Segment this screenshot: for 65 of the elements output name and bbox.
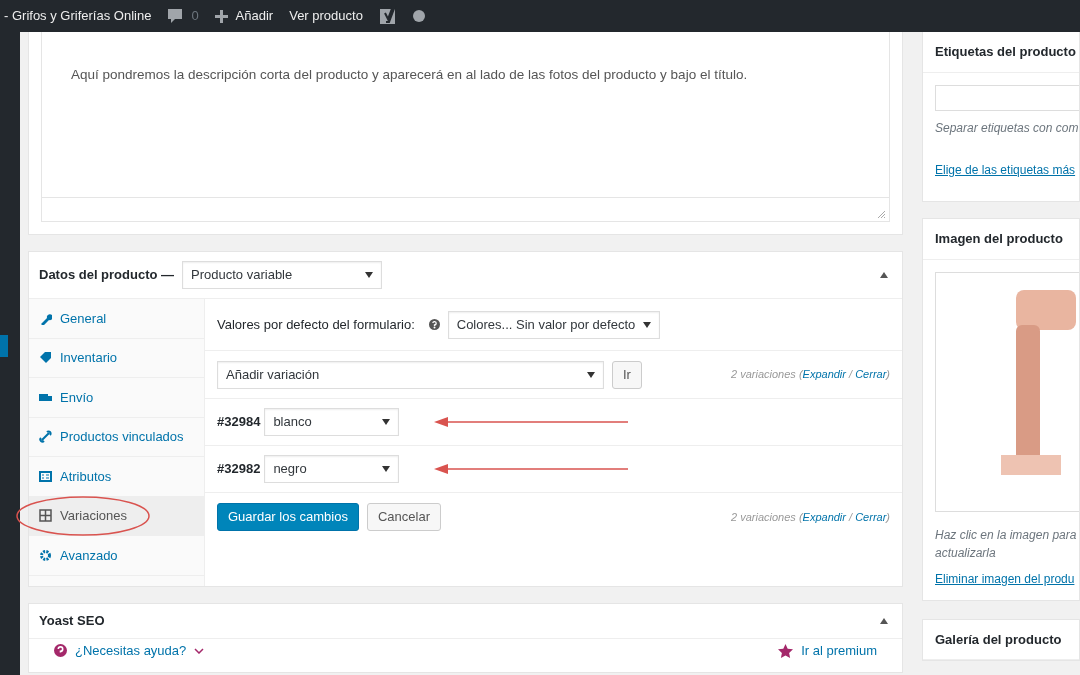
tags-hint: Separar etiquetas con com	[935, 119, 1079, 137]
product-data-tab[interactable]: General	[29, 299, 204, 339]
most-used-tags-link[interactable]: Elige de las etiquetas más	[935, 160, 1079, 179]
panel-title: Yoast SEO	[39, 611, 105, 630]
help-link[interactable]: ¿Necesitas ayuda?	[75, 640, 187, 661]
variation-select[interactable]: negro	[264, 455, 400, 483]
caret-icon	[587, 371, 595, 378]
collapse-link[interactable]: Cerrar	[855, 368, 887, 381]
product-data-tab[interactable]: Envío	[29, 378, 204, 418]
remove-image-link[interactable]: Eliminar imagen del produ	[935, 569, 1079, 588]
defaults-label: Valores por defecto del formulario:	[217, 315, 415, 334]
collapse-link[interactable]: Cerrar	[855, 510, 887, 523]
cancel-button[interactable]: Cancelar	[366, 503, 441, 531]
product-data-tab[interactable]: Productos vinculados	[29, 417, 204, 457]
panel-title: Imagen del producto	[923, 219, 1079, 260]
expand-link[interactable]: Expandir	[802, 368, 846, 381]
variation-count-text: 2 variaciones (Expandir / Cerrar)	[731, 367, 890, 383]
collapse-arrow-icon	[880, 272, 888, 278]
product-data-tab[interactable]: Inventario	[29, 338, 204, 378]
variation-id: #32984	[217, 413, 261, 432]
current-menu-notch	[0, 335, 8, 357]
panel-title: Etiquetas del producto	[923, 32, 1079, 73]
comment-icon	[167, 8, 184, 24]
add-variation-select[interactable]: Añadir variación	[217, 360, 604, 389]
add-new-link[interactable]: Añadir	[235, 6, 274, 26]
list-icon	[39, 469, 52, 483]
help-icon	[428, 319, 440, 330]
premium-link[interactable]: Ir al premium	[801, 640, 877, 661]
comment-count[interactable]: 0	[191, 6, 199, 26]
variation-select[interactable]: blanco	[264, 408, 400, 436]
grid-icon	[39, 509, 52, 523]
image-caption: actualizarla	[935, 544, 997, 562]
plus-icon	[214, 9, 228, 23]
panel-title: Galería del producto	[923, 619, 1079, 660]
site-name-link[interactable]: - Grifos y Griferías Online	[4, 6, 152, 26]
collapse-arrow-icon	[880, 617, 888, 624]
panel-title: Datos del producto —	[39, 266, 175, 285]
expand-link[interactable]: Expandir	[802, 510, 846, 523]
product-data-tab[interactable]: Atributos	[29, 457, 204, 497]
resize-handle-icon	[877, 210, 886, 219]
view-product-link[interactable]: Ver producto	[289, 6, 363, 26]
description-text: Aquí pondremos la descripción corta del producto y aparecerá en al lado de las fotos del producto y bajo el título.	[70, 66, 749, 84]
caret-icon	[382, 419, 391, 425]
link-icon	[39, 430, 52, 444]
product-data-tab[interactable]: Avanzado	[29, 536, 204, 576]
yoast-logo-icon	[378, 6, 397, 26]
image-caption: Haz clic en la imagen para	[935, 526, 1078, 544]
save-changes-button[interactable]: Guardar los cambios	[217, 503, 359, 531]
product-data-tab[interactable]: Variaciones	[29, 496, 204, 536]
defaults-select[interactable]: Colores... Sin valor por defecto	[447, 310, 661, 339]
wrench-icon	[39, 311, 52, 325]
status-dot-icon	[412, 10, 425, 22]
gear-icon	[39, 548, 52, 562]
tag-icon	[39, 351, 52, 365]
variation-count-text: 2 variaciones (Expandir / Cerrar)	[731, 509, 890, 525]
caret-icon	[365, 272, 374, 278]
chevron-down-icon	[194, 647, 205, 654]
variation-id: #32982	[217, 460, 261, 479]
help-icon	[54, 644, 67, 657]
product-type-select[interactable]: Producto variable	[182, 261, 383, 289]
tags-input-field[interactable]	[935, 84, 1079, 111]
go-button[interactable]: Ir	[612, 360, 642, 389]
star-icon	[778, 643, 794, 658]
caret-icon	[643, 321, 652, 328]
caret-icon	[382, 466, 391, 472]
